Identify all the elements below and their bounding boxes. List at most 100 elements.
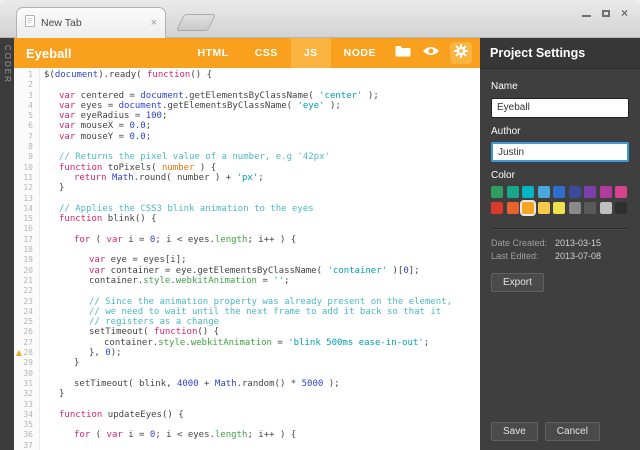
code-editor[interactable]: 1234567891011121314151617181920212223242…	[14, 68, 480, 450]
code-line: // Applies the CSS3 blink animation to t…	[44, 204, 480, 214]
tab-node[interactable]: NODE	[331, 38, 389, 68]
color-swatch[interactable]	[553, 202, 565, 214]
line-number: 9	[14, 152, 39, 162]
color-swatch[interactable]	[600, 202, 612, 214]
code-lines[interactable]: $(document).ready( function() { var cent…	[40, 68, 480, 450]
color-swatch[interactable]	[569, 202, 581, 214]
line-number: 31	[14, 379, 39, 389]
line-number: 23	[14, 297, 39, 307]
color-swatch[interactable]	[522, 202, 534, 214]
code-line	[44, 142, 480, 152]
tab-css[interactable]: CSS	[242, 38, 291, 68]
line-number: 19	[14, 255, 39, 265]
color-swatch[interactable]	[538, 186, 550, 198]
code-line: var eyes = document.getElementsByClassNa…	[44, 101, 480, 111]
warning-icon	[16, 350, 22, 356]
line-number: 22	[14, 286, 39, 296]
line-number: 1	[14, 70, 39, 80]
settings-body: Name Author Color Date Created: 2013-03-…	[480, 69, 640, 450]
line-number: 36	[14, 430, 39, 440]
tab-close-icon[interactable]: ×	[151, 18, 157, 29]
app-content: CODER Eyeball HTMLCSSJSNODE	[0, 38, 640, 450]
code-line	[44, 80, 480, 90]
browser-tab[interactable]: New Tab ×	[16, 7, 166, 38]
code-line	[44, 441, 480, 450]
line-number: 37	[14, 441, 39, 450]
date-created-label: Date Created:	[491, 238, 555, 248]
code-line: $(document).ready( function() {	[44, 70, 480, 80]
code-line: // Since the animation property was alre…	[44, 297, 480, 307]
color-swatch[interactable]	[553, 186, 565, 198]
line-number: 28	[14, 348, 39, 358]
code-line: var mouseX = 0.0;	[44, 121, 480, 131]
color-swatch[interactable]	[584, 202, 596, 214]
tab-html[interactable]: HTML	[185, 38, 242, 68]
code-line: }	[44, 183, 480, 193]
code-line	[44, 369, 480, 379]
line-number: 21	[14, 276, 39, 286]
line-number: 4	[14, 101, 39, 111]
color-swatch[interactable]	[507, 186, 519, 198]
color-swatch[interactable]	[569, 186, 581, 198]
code-line: function updateEyes() {	[44, 410, 480, 420]
code-line	[44, 194, 480, 204]
settings-button[interactable]	[450, 42, 472, 64]
save-button[interactable]: Save	[491, 422, 538, 441]
code-line: var eye = eyes[i];	[44, 255, 480, 265]
color-swatch[interactable]	[615, 186, 627, 198]
code-line: var container = eye.getElementsByClassNa…	[44, 266, 480, 276]
name-field[interactable]	[491, 98, 629, 118]
author-label: Author	[491, 126, 629, 137]
date-created-row: Date Created: 2013-03-15	[491, 238, 629, 248]
line-number: 14	[14, 204, 39, 214]
line-number: 18	[14, 245, 39, 255]
line-number: 27	[14, 338, 39, 348]
color-swatch[interactable]	[522, 186, 534, 198]
project-title: Eyeball	[26, 46, 72, 61]
color-swatch[interactable]	[584, 186, 596, 198]
line-number: 34	[14, 410, 39, 420]
line-number: 20	[14, 266, 39, 276]
close-icon[interactable]: ×	[621, 8, 628, 18]
line-number: 13	[14, 194, 39, 204]
code-line: // registers as a change	[44, 317, 480, 327]
nav-tabs: HTMLCSSJSNODE	[185, 38, 389, 68]
files-button[interactable]	[389, 38, 417, 68]
maximize-icon[interactable]	[602, 10, 610, 17]
line-number: 24	[14, 307, 39, 317]
preview-button[interactable]	[417, 38, 445, 68]
settings-footer: Save Cancel	[491, 422, 600, 441]
author-field[interactable]	[491, 142, 629, 162]
color-swatch[interactable]	[600, 186, 612, 198]
code-line: function blink() {	[44, 214, 480, 224]
line-number: 3	[14, 91, 39, 101]
color-swatch[interactable]	[507, 202, 519, 214]
code-line: container.style.webkitAnimation = '';	[44, 276, 480, 286]
code-line: setTimeout( function() {	[44, 327, 480, 337]
color-swatch[interactable]	[538, 202, 550, 214]
tab-js[interactable]: JS	[291, 38, 331, 68]
app-header: Eyeball HTMLCSSJSNODE	[14, 38, 480, 68]
export-button[interactable]: Export	[491, 273, 544, 292]
code-line: function toPixels( number ) {	[44, 163, 480, 173]
code-line: }	[44, 358, 480, 368]
cancel-button[interactable]: Cancel	[545, 422, 600, 441]
color-swatch[interactable]	[491, 202, 503, 214]
line-number: 7	[14, 132, 39, 142]
divider	[491, 228, 629, 230]
line-number: 6	[14, 121, 39, 131]
code-line: }	[44, 389, 480, 399]
folder-icon	[395, 44, 411, 62]
code-line: container.style.webkitAnimation = 'blink…	[44, 338, 480, 348]
minimize-icon[interactable]	[582, 15, 591, 17]
new-tab-button[interactable]	[176, 14, 216, 31]
line-number: 10	[14, 163, 39, 173]
settings-panel-title: Project Settings	[480, 38, 640, 69]
last-edited-row: Last Edited: 2013-07-08	[491, 251, 629, 261]
color-swatch[interactable]	[491, 186, 503, 198]
code-line: var mouseY = 0.0;	[44, 132, 480, 142]
last-edited-value: 2013-07-08	[555, 251, 601, 261]
gear-icon	[454, 44, 468, 63]
line-number: 2	[14, 80, 39, 90]
color-swatch[interactable]	[615, 202, 627, 214]
